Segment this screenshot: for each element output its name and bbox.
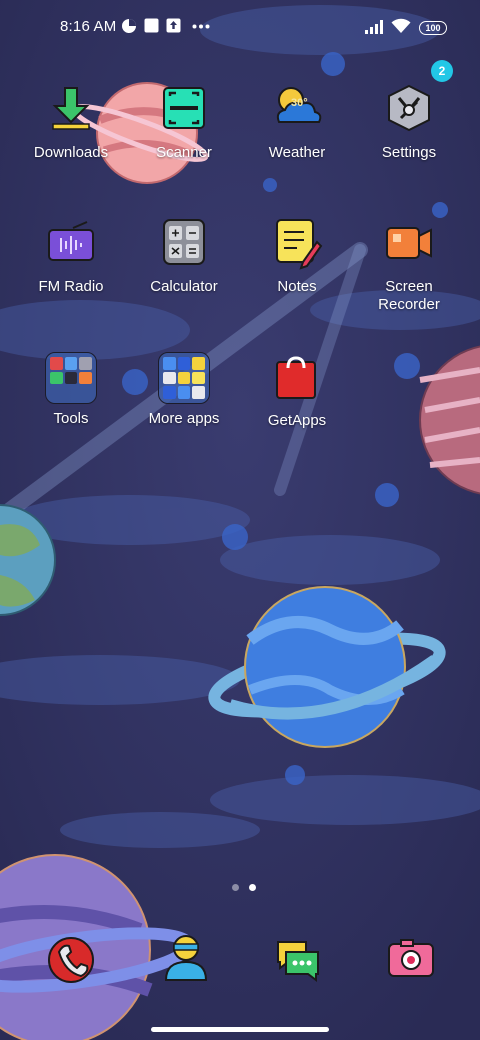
app-fm-radio[interactable]: FM Radio	[15, 216, 127, 296]
download-arrow-icon	[43, 82, 99, 138]
app-label: Weather	[268, 144, 326, 161]
screen-recorder-icon	[381, 216, 437, 272]
page-dot-2[interactable]	[249, 884, 256, 891]
signal-icon	[365, 20, 383, 34]
app-weather[interactable]: 30° Weather	[241, 82, 353, 162]
app-calculator[interactable]: Calculator	[128, 216, 240, 296]
svg-text:30°: 30°	[291, 97, 308, 109]
radio-icon	[43, 216, 99, 272]
dock-camera[interactable]	[383, 932, 439, 988]
dock-messages[interactable]	[270, 932, 326, 988]
upload-notification-icon	[166, 18, 181, 33]
wifi-icon	[391, 18, 411, 33]
phone-handset-icon	[48, 937, 94, 983]
home-gesture-bar[interactable]	[151, 1027, 329, 1032]
app-label: Notes	[277, 278, 317, 295]
more-apps-folder-icon	[158, 352, 210, 404]
app-downloads[interactable]: Downloads	[15, 82, 127, 162]
settings-wrench-icon	[381, 82, 437, 138]
notification-badge: 2	[431, 60, 453, 82]
calculator-icon	[156, 216, 212, 272]
notes-pencil-icon	[269, 216, 325, 272]
page-indicator	[227, 878, 261, 896]
camera-icon	[388, 939, 434, 977]
folder-more-apps[interactable]: More apps	[128, 350, 240, 428]
square-notification-icon	[144, 18, 159, 33]
more-notifications-icon	[192, 24, 210, 29]
data-saver-icon	[122, 19, 136, 33]
app-label: Calculator	[150, 278, 218, 295]
app-label: Scanner	[156, 144, 212, 161]
app-label: Settings	[381, 144, 437, 161]
app-getapps[interactable]: GetApps	[241, 350, 353, 430]
scanner-icon	[156, 82, 212, 138]
app-label: Downloads	[33, 144, 109, 161]
status-bar: 8:16 AM 100	[0, 0, 480, 56]
app-label: More apps	[148, 410, 220, 427]
shopping-bag-icon	[269, 350, 325, 406]
app-scanner[interactable]: Scanner	[128, 82, 240, 162]
tools-folder-icon	[45, 352, 97, 404]
app-label: FM Radio	[38, 278, 104, 295]
dock-phone[interactable]	[45, 932, 101, 988]
folder-tools[interactable]: Tools	[15, 350, 127, 428]
app-settings[interactable]: Settings	[353, 82, 465, 162]
message-bubble-icon	[277, 941, 319, 982]
clock: 8:16 AM	[60, 18, 117, 35]
dock-contacts[interactable]	[158, 932, 214, 988]
app-label: GetApps	[267, 412, 327, 429]
app-label: Tools	[53, 410, 89, 427]
page-dot-1[interactable]	[232, 884, 239, 891]
contacts-person-icon	[164, 935, 208, 981]
app-label: Screen Recorder	[378, 278, 440, 313]
app-screen-recorder[interactable]: Screen Recorder	[353, 216, 465, 314]
battery-icon: 100	[419, 21, 447, 35]
app-notes[interactable]: Notes	[241, 216, 353, 296]
weather-sun-cloud-icon: 30°	[269, 82, 325, 138]
